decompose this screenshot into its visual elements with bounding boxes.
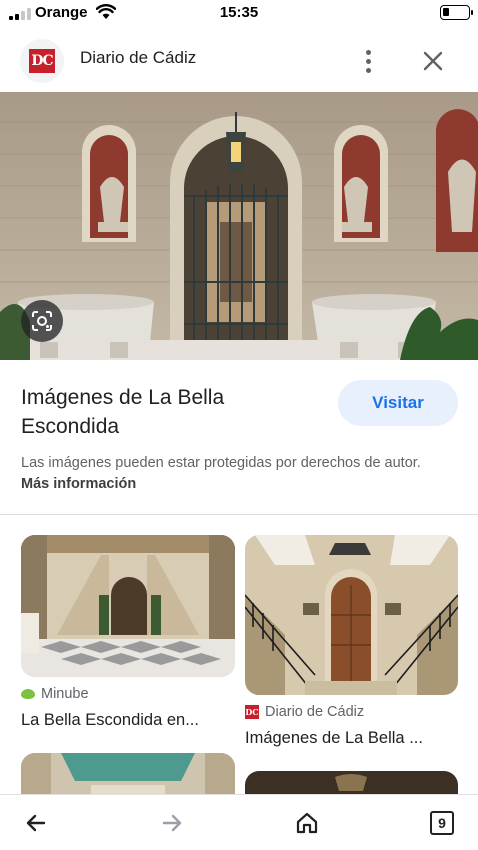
divider [0, 514, 478, 515]
related-source-1: Minube [21, 686, 89, 702]
back-button[interactable] [22, 809, 50, 837]
home-icon [296, 812, 318, 834]
back-arrow-icon [26, 814, 46, 832]
site-logo[interactable]: DC [20, 39, 64, 83]
stairway-hall-photo [21, 535, 235, 677]
more-info-link[interactable]: Más información [21, 476, 136, 492]
more-vert-icon[interactable] [354, 46, 382, 76]
related-image-2[interactable] [245, 535, 458, 695]
logo-text: DC [29, 49, 55, 73]
status-bar: Orange 15:35 [0, 0, 478, 28]
home-button[interactable] [293, 809, 321, 837]
forward-arrow-icon [162, 814, 182, 832]
source-header: DC Diario de Cádiz [0, 34, 478, 88]
related-source-2: DC Diario de Cádiz [245, 704, 364, 720]
battery-icon [440, 5, 473, 20]
google-lens-icon[interactable] [21, 300, 63, 342]
forward-button[interactable] [158, 809, 186, 837]
copyright-notice: Las imágenes pueden estar protegidas por… [21, 453, 451, 495]
visit-button[interactable]: Visitar [338, 380, 458, 426]
related-source-name-2: Diario de Cádiz [265, 704, 365, 720]
related-title-2[interactable]: Imágenes de La Bella ... [245, 729, 458, 748]
tabs-icon: 9 [430, 811, 454, 835]
main-image[interactable] [0, 92, 478, 360]
clock: 15:35 [219, 4, 259, 21]
image-title[interactable]: Imágenes de La Bella Escondida [21, 383, 261, 441]
site-name: Diario de Cádiz [80, 48, 197, 67]
courtyard-photo [0, 92, 478, 360]
related-source-name-1: Minube [41, 686, 89, 702]
copyright-text: Las imágenes pueden estar protegidas por… [21, 455, 421, 471]
close-icon[interactable] [420, 48, 446, 74]
related-image-1[interactable] [21, 535, 235, 677]
minube-favicon-icon [21, 689, 35, 699]
tabs-button[interactable]: 9 [428, 809, 456, 837]
staircase-door-photo [245, 535, 458, 695]
diario-favicon-icon: DC [245, 705, 259, 719]
bottom-toolbar: 9 [0, 794, 478, 850]
related-title-1[interactable]: La Bella Escondida en... [21, 711, 235, 730]
